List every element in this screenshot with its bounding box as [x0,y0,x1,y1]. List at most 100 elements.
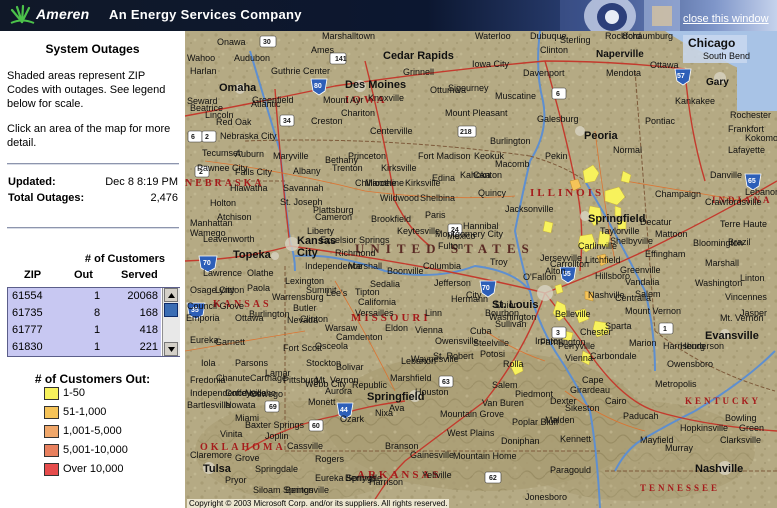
svg-text:Marshall: Marshall [705,258,739,268]
svg-text:Marshalltown: Marshalltown [322,31,375,41]
svg-text:Vincennes: Vincennes [725,292,767,302]
svg-text:Rolla: Rolla [503,359,524,369]
svg-text:Eureka Springs: Eureka Springs [315,473,377,483]
scroll-up-button[interactable] [164,288,178,302]
svg-text:Claremore: Claremore [190,450,232,460]
zip-cell: 61830 [12,341,43,353]
column-header-out: Out [74,269,93,281]
legend-label: 1,001-5,000 [63,425,122,437]
svg-text:West Plains: West Plains [447,428,495,438]
svg-text:Edina: Edina [432,173,455,183]
svg-text:Lamar: Lamar [265,368,291,378]
svg-text:Eureka: Eureka [190,335,219,345]
svg-text:57: 57 [677,73,685,80]
svg-text:Wildwood: Wildwood [380,193,419,203]
svg-text:Gary: Gary [706,77,729,88]
scroll-down-button[interactable] [164,342,178,356]
svg-text:City: City [297,247,319,259]
detail-hint-text: Click an area of the map for more detail… [7,123,171,149]
svg-text:Nevada: Nevada [287,315,318,325]
svg-text:Warsaw: Warsaw [325,323,358,333]
svg-text:Girardeau: Girardeau [570,385,610,395]
svg-text:80: 80 [314,83,322,90]
outage-map[interactable]: 30 141 6 2 34 218 2 24 3 1 63 69 60 62 6… [185,31,777,508]
svg-text:60: 60 [312,423,320,430]
svg-text:Nixa: Nixa [375,408,393,418]
svg-text:ILLINOIS: ILLINOIS [530,187,604,199]
svg-text:Independence: Independence [305,261,362,271]
svg-text:Sigourney: Sigourney [448,83,489,93]
svg-text:30: 30 [263,39,271,46]
table-row[interactable]: 61830 1 221 [8,339,161,356]
svg-text:Mount Vernon: Mount Vernon [625,306,681,316]
svg-text:Maryville: Maryville [273,151,309,161]
svg-text:Washington: Washington [695,278,742,288]
svg-text:Canton: Canton [473,170,502,180]
svg-text:Butler: Butler [293,303,317,313]
svg-text:Springdale: Springdale [255,464,298,474]
svg-text:63: 63 [442,379,450,386]
svg-text:Iowa City: Iowa City [472,59,510,69]
svg-text:Mountain Grove: Mountain Grove [440,409,504,419]
svg-text:Mendota: Mendota [606,68,641,78]
svg-text:Paris: Paris [425,210,446,220]
svg-text:Keokuk: Keokuk [474,151,505,161]
svg-text:Doniphan: Doniphan [501,436,540,446]
svg-text:Council Grove: Council Grove [187,301,244,311]
svg-text:Lyndon: Lyndon [215,285,244,295]
svg-text:Cuba: Cuba [470,326,492,336]
svg-text:Vienna: Vienna [565,353,593,363]
ameren-logo[interactable]: Ameren [8,4,98,26]
svg-text:Dexter: Dexter [550,396,577,406]
table-row[interactable]: 61735 8 168 [8,305,161,322]
svg-text:Wamego: Wamego [190,228,226,238]
svg-text:Jacksonville: Jacksonville [505,204,554,214]
scroll-thumb[interactable] [164,303,178,317]
svg-text:Crawfordsville: Crawfordsville [705,197,762,207]
table-row[interactable]: 61777 1 418 [8,322,161,339]
svg-text:Paragould: Paragould [550,465,591,475]
table-row[interactable]: 61554 1 20068 [8,288,161,305]
svg-text:Hopkinsville: Hopkinsville [680,423,728,433]
svg-text:Holton: Holton [210,198,236,208]
out-cell: 1 [94,341,101,353]
svg-text:Olathe: Olathe [247,268,274,278]
svg-text:Siloam Springs: Siloam Springs [253,485,314,495]
svg-text:Jerseyville: Jerseyville [540,253,582,263]
svg-text:Lafayette: Lafayette [728,145,765,155]
svg-text:Fulton: Fulton [438,241,463,251]
svg-text:Galesburg: Galesburg [537,114,579,124]
legend-label: 1-50 [63,387,86,399]
svg-text:Fredonia: Fredonia [190,375,226,385]
svg-text:Lawrence: Lawrence [203,268,242,278]
svg-text:Mayfield: Mayfield [640,435,674,445]
arrow-down-icon [168,347,175,352]
close-window-link[interactable]: close this window [683,13,769,25]
svg-text:Excelsior Springs: Excelsior Springs [320,235,390,245]
svg-text:Quincy: Quincy [478,188,507,198]
svg-text:Des Moines: Des Moines [345,79,406,91]
svg-text:Osceola: Osceola [315,341,348,351]
svg-text:34: 34 [283,118,291,125]
svg-text:Van Buren: Van Buren [482,398,524,408]
svg-text:Lexington: Lexington [285,276,324,286]
svg-text:Plattsburg: Plattsburg [313,205,354,215]
svg-text:62: 62 [489,475,497,482]
svg-text:Ozark: Ozark [340,414,365,424]
svg-text:65: 65 [748,178,756,185]
svg-text:St. Robert: St. Robert [433,351,474,361]
table-scrollbar[interactable] [162,288,180,356]
svg-text:Wahoo: Wahoo [187,53,215,63]
header-bar: Ameren An Energy Services Company close … [0,0,777,31]
map-canvas[interactable]: 30 141 6 2 34 218 2 24 3 1 63 69 60 62 6… [185,31,777,508]
svg-text:Aurora: Aurora [325,386,352,396]
svg-text:Carlinville: Carlinville [578,241,617,251]
svg-text:Marion: Marion [629,338,657,348]
svg-text:Iola: Iola [201,358,216,368]
svg-text:Albany: Albany [293,166,321,176]
svg-text:Muscatine: Muscatine [495,91,536,101]
svg-text:Beatrice: Beatrice [190,103,223,113]
svg-text:Guthrie Center: Guthrie Center [271,66,330,76]
svg-text:Topeka: Topeka [233,249,272,261]
svg-text:Burlington: Burlington [490,136,531,146]
